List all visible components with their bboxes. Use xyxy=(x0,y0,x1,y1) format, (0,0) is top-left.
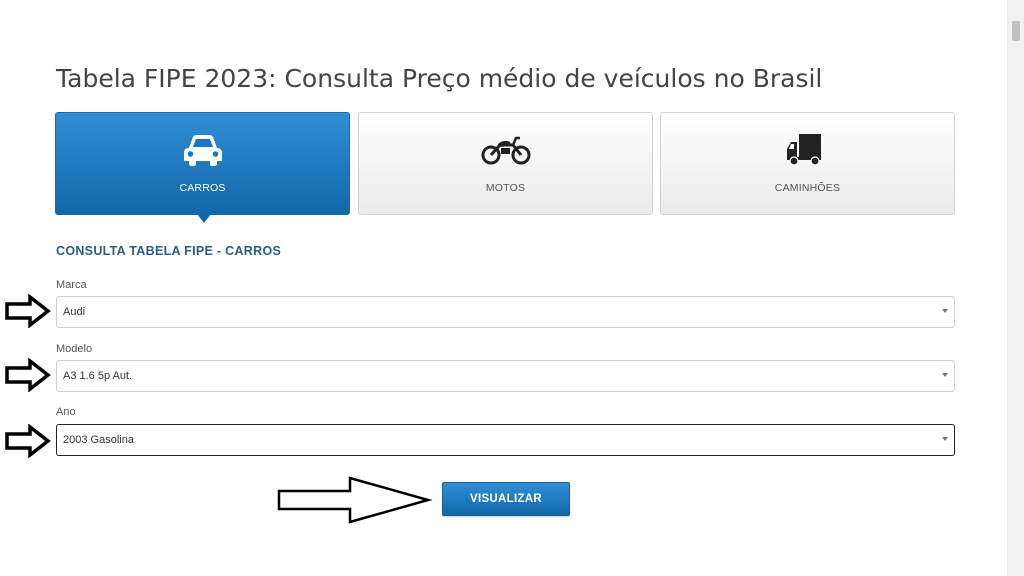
arrow-right-icon xyxy=(5,358,51,392)
ano-select[interactable]: 2003 Gasolina xyxy=(56,424,955,456)
vehicle-type-tabs: CARROS MOTOS CAMINHÕES xyxy=(55,112,956,223)
tab-label: CAMINHÕES xyxy=(774,182,841,194)
truck-icon xyxy=(782,131,834,167)
tab-motos[interactable]: MOTOS xyxy=(358,112,653,215)
marca-select[interactable]: Audi xyxy=(56,296,955,328)
arrow-right-icon xyxy=(5,294,51,328)
motorcycle-icon xyxy=(480,131,532,167)
section-title: CONSULTA TABELA FIPE - CARROS xyxy=(56,244,282,258)
modelo-selected-value: A3 1.6 5p Aut. xyxy=(63,370,133,382)
modelo-select[interactable]: A3 1.6 5p Aut. xyxy=(56,360,955,392)
chevron-down-icon xyxy=(942,373,948,377)
marca-label: Marca xyxy=(56,279,87,291)
arrow-right-icon xyxy=(277,476,433,524)
page-title: Tabela FIPE 2023: Consulta Preço médio d… xyxy=(56,64,823,93)
chevron-down-icon xyxy=(942,437,948,441)
tab-label: CARROS xyxy=(179,182,226,194)
arrow-right-icon xyxy=(5,424,51,458)
ano-selected-value: 2003 Gasolina xyxy=(63,434,134,446)
visualizar-button[interactable]: VISUALIZAR xyxy=(442,482,570,516)
car-icon xyxy=(177,131,229,167)
tab-label: MOTOS xyxy=(485,182,526,194)
ano-label: Ano xyxy=(56,406,76,418)
page: Tabela FIPE 2023: Consulta Preço médio d… xyxy=(0,0,1024,576)
tab-caminhoes[interactable]: CAMINHÕES xyxy=(660,112,955,215)
modelo-label: Modelo xyxy=(56,343,93,355)
vertical-scrollbar[interactable] xyxy=(1007,0,1024,576)
tab-carros[interactable]: CARROS xyxy=(55,112,350,223)
scrollbar-thumb[interactable] xyxy=(1012,21,1020,41)
marca-selected-value: Audi xyxy=(63,306,86,318)
chevron-down-icon xyxy=(942,309,948,313)
